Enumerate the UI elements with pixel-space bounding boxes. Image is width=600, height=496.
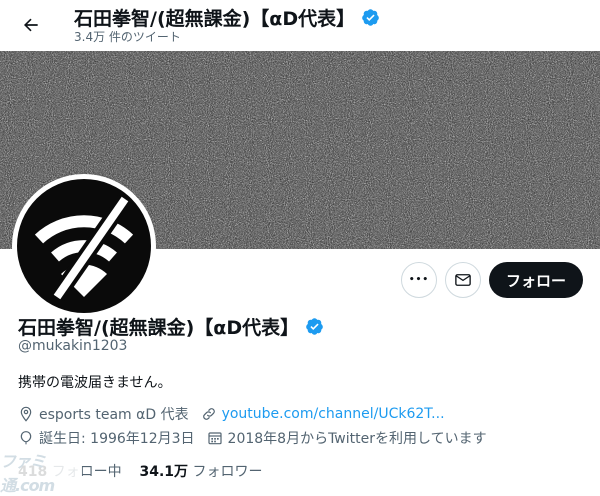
link-icon: [202, 408, 215, 420]
profile-meta-row-2: 誕生日: 1996年12月3日 2018年8月からTwitterを利用しています: [18, 428, 487, 448]
avatar[interactable]: [12, 174, 156, 318]
profile-birthday: 誕生日: 1996年12月3日: [39, 431, 195, 447]
profile-joined-date: 2018年8月からTwitterを利用しています: [227, 431, 487, 447]
profile-location: esports team αD 代表: [39, 407, 189, 423]
watermark-logo: ファミ通.com: [0, 452, 82, 495]
followers-link[interactable]: 34.1万 フォロワー: [140, 464, 263, 480]
verified-badge-icon: [306, 318, 323, 335]
location-pin-icon: [20, 406, 32, 422]
followers-label: フォロワー: [192, 464, 263, 480]
verified-badge-icon: [362, 9, 379, 26]
follow-button[interactable]: フォロー: [489, 262, 583, 298]
more-icon: •••: [408, 275, 430, 285]
header-title: 石田拳智/(超無課金)【αD代表】: [74, 4, 380, 31]
profile-handle: @mukakin1203: [18, 338, 128, 354]
envelope-icon: [455, 274, 471, 286]
calendar-icon: [207, 432, 222, 445]
followers-count: 34.1万: [139, 464, 189, 480]
balloon-icon: [20, 431, 32, 445]
back-button[interactable]: [14, 8, 48, 42]
avatar-image: [17, 179, 151, 313]
profile-name-text: 石田拳智/(超無課金)【αD代表】: [18, 317, 300, 339]
tweet-count: 3.4万 件のツイート: [74, 30, 181, 44]
profile-bio: 携帯の電波届きません。: [18, 375, 172, 391]
profile-website-link[interactable]: youtube.com/channel/UCk62T...: [222, 406, 445, 422]
no-signal-icon: [34, 194, 134, 302]
header-title-text: 石田拳智/(超無課金)【αD代表】: [74, 8, 356, 30]
more-options-button[interactable]: •••: [401, 262, 437, 298]
profile-name: 石田拳智/(超無課金)【αD代表】: [18, 313, 324, 340]
profile-meta-row-1: esports team αD 代表 youtube.com/channel/U…: [18, 404, 445, 424]
top-bar: 石田拳智/(超無課金)【αD代表】 3.4万 件のツイート: [0, 0, 600, 50]
message-button[interactable]: [445, 262, 481, 298]
back-arrow-icon: [24, 18, 38, 32]
